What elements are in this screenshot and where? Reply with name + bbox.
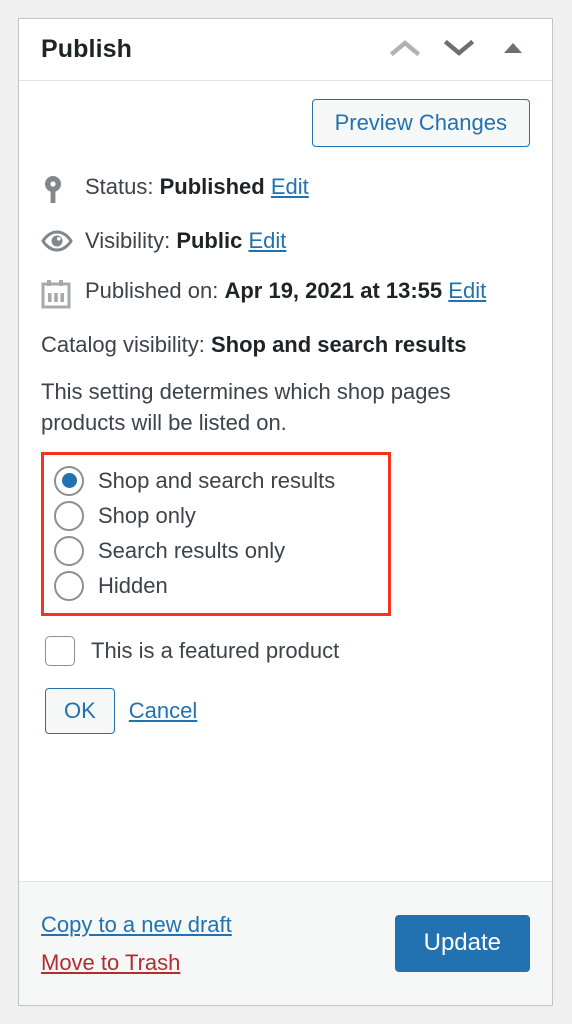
panel-footer: Copy to a new draft Move to Trash Update xyxy=(19,881,552,1005)
radio-label: Search results only xyxy=(98,537,286,563)
status-value: Published xyxy=(159,174,265,200)
radio-indicator[interactable] xyxy=(54,465,84,496)
published-edit-link[interactable]: Edit xyxy=(448,278,486,303)
status-text: Status: Published Edit xyxy=(85,173,530,201)
catalog-visibility-value: Shop and search results xyxy=(210,331,467,357)
panel-header: Publish xyxy=(19,19,552,81)
visibility-value: Public xyxy=(176,228,243,254)
status-row: Status: Published Edit xyxy=(41,173,530,205)
radio-indicator[interactable] xyxy=(54,535,84,566)
panel-header-actions xyxy=(386,31,532,69)
post-status-pin-icon xyxy=(41,173,85,205)
visibility-text: Visibility: Public Edit xyxy=(85,227,530,255)
toggle-panel-button[interactable] xyxy=(494,31,532,69)
catalog-visibility-row: Catalog visibility: Shop and search resu… xyxy=(41,331,530,360)
featured-product-label: This is a featured product xyxy=(91,638,340,664)
ok-button[interactable]: OK xyxy=(45,688,115,735)
move-up-button[interactable] xyxy=(386,31,424,69)
radio-label: Hidden xyxy=(98,572,168,598)
copy-to-new-draft-link[interactable]: Copy to a new draft xyxy=(41,913,232,936)
visibility-eye-icon xyxy=(41,227,85,253)
chevron-down-icon xyxy=(443,38,475,61)
radio-option-hidden[interactable]: Hidden xyxy=(54,568,378,603)
catalog-help-text: This setting determines which shop pages… xyxy=(41,379,451,435)
preview-row: Preview Changes xyxy=(41,99,530,148)
triangle-up-icon xyxy=(502,41,524,58)
catalog-actions: OK Cancel xyxy=(45,688,530,735)
move-down-button[interactable] xyxy=(440,31,478,69)
visibility-prefix: Visibility: xyxy=(85,228,171,254)
radio-option-shop-and-search[interactable]: Shop and search results xyxy=(54,463,378,498)
page-title: Publish xyxy=(41,35,132,63)
radio-label: Shop and search results xyxy=(98,467,336,493)
chevron-up-icon xyxy=(389,38,421,61)
radio-option-search-only[interactable]: Search results only xyxy=(54,533,378,568)
catalog-visibility-options: Shop and search results Shop only Search… xyxy=(41,452,391,617)
status-edit-link[interactable]: Edit xyxy=(271,174,309,199)
update-button[interactable]: Update xyxy=(394,915,530,972)
footer-links: Copy to a new draft Move to Trash xyxy=(41,913,232,974)
published-on-row: Published on: Apr 19, 2021 at 13:55 Edit xyxy=(41,277,530,309)
visibility-edit-link[interactable]: Edit xyxy=(248,228,286,253)
calendar-icon xyxy=(41,277,85,309)
featured-product-checkbox-row[interactable]: This is a featured product xyxy=(45,636,530,667)
published-value: Apr 19, 2021 at 13:55 xyxy=(224,277,443,303)
featured-product-checkbox[interactable] xyxy=(45,636,75,667)
radio-option-shop-only[interactable]: Shop only xyxy=(54,498,378,533)
published-prefix: Published on: xyxy=(85,277,219,303)
publish-panel: Publish Preview Changes Status: Publishe… xyxy=(18,18,553,1006)
visibility-row: Visibility: Public Edit xyxy=(41,227,530,255)
catalog-visibility-prefix: Catalog visibility: xyxy=(41,331,205,357)
radio-indicator[interactable] xyxy=(54,570,84,601)
published-on-text: Published on: Apr 19, 2021 at 13:55 Edit xyxy=(85,277,530,305)
move-to-trash-link[interactable]: Move to Trash xyxy=(41,951,232,974)
radio-indicator[interactable] xyxy=(54,500,84,531)
radio-label: Shop only xyxy=(98,502,196,528)
preview-changes-button[interactable]: Preview Changes xyxy=(311,99,530,148)
panel-body: Preview Changes Status: Published Edit V… xyxy=(19,81,552,881)
cancel-link[interactable]: Cancel xyxy=(129,698,197,724)
status-prefix: Status: xyxy=(85,174,154,200)
